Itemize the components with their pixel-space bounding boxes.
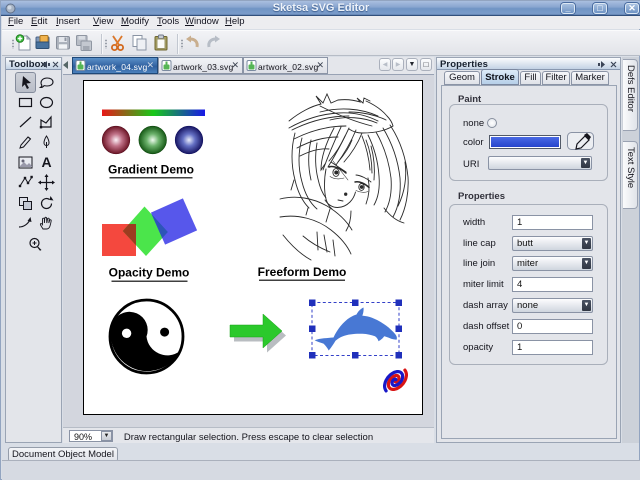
svg-text:Freeform Demo: Freeform Demo (258, 265, 347, 279)
svg-text:A: A (41, 154, 51, 170)
svg-text:Opacity Demo: Opacity Demo (109, 266, 190, 280)
svg-text:Gradient Demo: Gradient Demo (108, 163, 194, 177)
